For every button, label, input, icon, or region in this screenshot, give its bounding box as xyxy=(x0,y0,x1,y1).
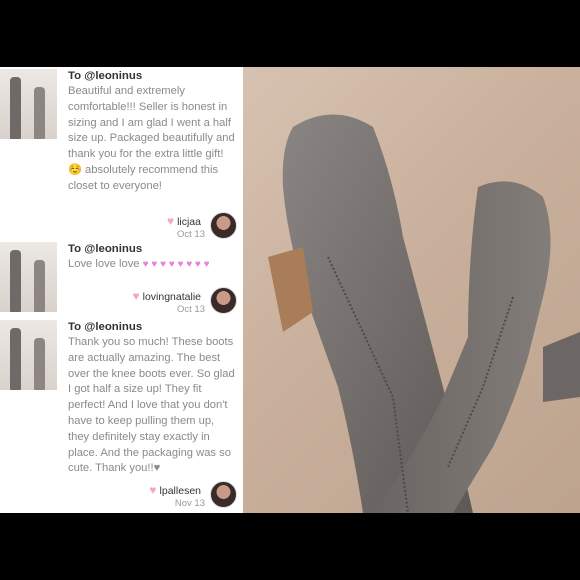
reviews-panel: To @leoninus Beautiful and extremely com… xyxy=(0,67,243,513)
review-2-user[interactable]: ♥ lovingnatalie xyxy=(132,289,201,303)
review-1-username: licjaa xyxy=(177,216,201,228)
review-2-avatar[interactable] xyxy=(210,287,237,314)
review-2-text-row: Love love love ♥ ♥ ♥ ♥ ♥ ♥ ♥ ♥ xyxy=(68,257,238,273)
review-2-text: Love love love xyxy=(68,258,140,270)
review-3-user[interactable]: ♥ lpallesen xyxy=(149,483,201,497)
review-1-thumbnail[interactable] xyxy=(0,69,57,139)
review-1: To @leoninus Beautiful and extremely com… xyxy=(0,67,243,242)
review-2: To @leoninus Love love love ♥ ♥ ♥ ♥ ♥ ♥ … xyxy=(0,242,243,322)
boot-shape xyxy=(34,338,45,390)
boot-shape xyxy=(10,328,21,390)
review-1-body: To @leoninus Beautiful and extremely com… xyxy=(68,69,238,195)
review-1-recipient: To @leoninus xyxy=(68,70,143,82)
boots-illustration xyxy=(268,114,580,513)
boot-shape xyxy=(34,87,45,139)
review-1-date: Oct 13 xyxy=(177,229,205,240)
review-2-username: lovingnatalie xyxy=(142,291,201,303)
heart-emoji-icon: ♥ ♥ ♥ ♥ ♥ ♥ ♥ ♥ xyxy=(142,259,210,270)
review-3: To @leoninus Thank you so much! These bo… xyxy=(0,320,243,513)
review-3-thumbnail[interactable] xyxy=(0,320,57,390)
review-3-body: To @leoninus Thank you so much! These bo… xyxy=(68,320,238,477)
review-1-text: Beautiful and extremely comfortable!!! S… xyxy=(68,85,235,192)
heart-icon: ♥ xyxy=(149,483,157,497)
review-1-avatar[interactable] xyxy=(210,212,237,239)
review-2-body: To @leoninus Love love love ♥ ♥ ♥ ♥ ♥ ♥ … xyxy=(68,242,238,273)
review-1-user[interactable]: ♥ licjaa xyxy=(167,214,201,228)
boot-shape xyxy=(10,77,21,139)
boot-shape xyxy=(10,250,21,312)
heart-icon: ♥ xyxy=(166,214,175,228)
review-3-date: Nov 13 xyxy=(174,498,205,509)
product-photo xyxy=(243,67,580,513)
review-3-recipient: To @leoninus xyxy=(68,321,143,333)
boot-shape xyxy=(34,260,45,312)
review-3-avatar[interactable] xyxy=(210,481,237,508)
review-3-username: lpallesen xyxy=(159,485,201,497)
review-2-thumbnail[interactable] xyxy=(0,242,57,312)
review-2-recipient: To @leoninus xyxy=(68,243,143,255)
review-2-date: Oct 13 xyxy=(177,304,205,315)
review-3-text: Thank you so much! These boots are actua… xyxy=(68,336,235,475)
heart-icon: ♥ xyxy=(132,289,140,303)
right-heel xyxy=(543,332,580,402)
